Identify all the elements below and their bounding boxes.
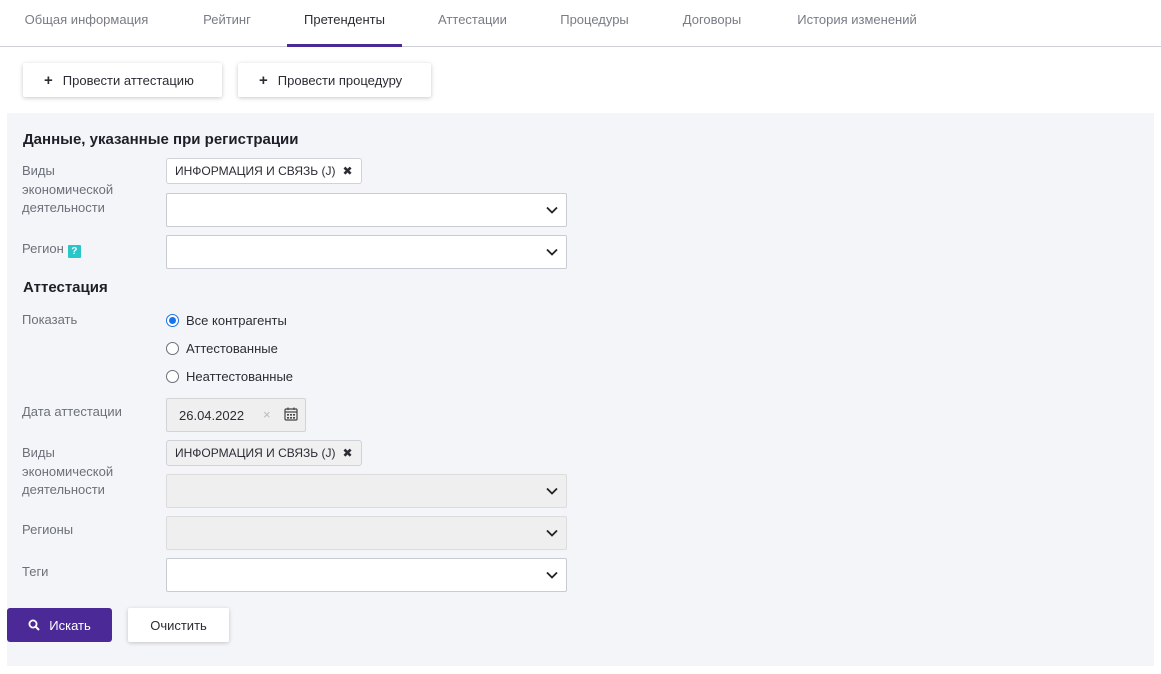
tab-rating[interactable]: Рейтинг bbox=[201, 0, 253, 46]
attestation-section-title: Аттестация bbox=[23, 279, 108, 296]
chevron-down-icon bbox=[546, 206, 558, 214]
chip-label: ИНФОРМАЦИЯ И СВЯЗЬ (J) bbox=[175, 446, 336, 460]
clear-button[interactable]: Очистить bbox=[128, 608, 229, 642]
tab-contracts[interactable]: Договоры bbox=[680, 0, 744, 46]
attestation-activity-chip: ИНФОРМАЦИЯ И СВЯЗЬ (J) ✖ bbox=[166, 440, 362, 466]
chevron-down-icon bbox=[546, 248, 558, 256]
tab-procedures[interactable]: Процедуры bbox=[558, 0, 631, 46]
chevron-down-icon bbox=[546, 571, 558, 579]
radio-button[interactable] bbox=[166, 370, 179, 383]
radio-all-contractors[interactable]: Все контрагенты bbox=[166, 313, 287, 328]
tags-select[interactable] bbox=[166, 558, 567, 592]
tab-general-info[interactable]: Общая информация bbox=[22, 0, 151, 46]
conduct-attestation-button[interactable]: + Провести аттестацию bbox=[23, 63, 222, 97]
search-button[interactable]: Искать bbox=[7, 608, 112, 642]
search-icon bbox=[28, 619, 40, 631]
attestation-activity-label: Виды экономической деятельности bbox=[22, 445, 114, 497]
radio-label: Все контрагенты bbox=[186, 313, 287, 328]
chevron-down-icon bbox=[546, 529, 558, 537]
date-value: 26.04.2022 bbox=[179, 408, 245, 423]
filter-panel: Данные, указанные при регистрации Виды э… bbox=[7, 113, 1154, 666]
help-icon[interactable]: ? bbox=[67, 245, 81, 258]
registration-activity-select[interactable] bbox=[166, 193, 567, 227]
registration-activity-label: Виды экономической деятельности bbox=[22, 163, 114, 215]
conduct-attestation-label: Провести аттестацию bbox=[62, 72, 194, 88]
close-icon[interactable]: ✖ bbox=[342, 164, 352, 178]
region-label-row: Регион? bbox=[22, 240, 81, 259]
radio-attested[interactable]: Аттестованные bbox=[166, 341, 278, 356]
calendar-icon[interactable] bbox=[284, 407, 298, 421]
region-label: Регион bbox=[22, 241, 64, 256]
attestation-date-field[interactable]: 26.04.2022 × bbox=[166, 398, 306, 432]
radio-label: Неаттестованные bbox=[186, 369, 294, 384]
radio-not-attested[interactable]: Неаттестованные bbox=[166, 369, 293, 384]
clear-date-icon[interactable]: × bbox=[263, 407, 271, 422]
conduct-procedure-label: Провести процедуру bbox=[277, 72, 403, 88]
attestation-activity-select[interactable] bbox=[166, 474, 567, 508]
radio-button[interactable] bbox=[166, 342, 179, 355]
registration-section-title: Данные, указанные при регистрации bbox=[23, 131, 299, 148]
conduct-procedure-button[interactable]: + Провести процедуру bbox=[238, 63, 431, 97]
tab-attestations[interactable]: Аттестации bbox=[436, 0, 509, 46]
clear-button-label: Очистить bbox=[150, 617, 207, 633]
tags-label: Теги bbox=[22, 564, 49, 579]
radio-button[interactable] bbox=[166, 314, 179, 327]
tab-bar: Общая информация Рейтинг Претенденты Атт… bbox=[0, 0, 1161, 47]
chevron-down-icon bbox=[546, 487, 558, 495]
regions-select[interactable] bbox=[166, 516, 567, 550]
tab-change-history[interactable]: История изменений bbox=[793, 0, 921, 46]
search-button-label: Искать bbox=[49, 617, 91, 633]
close-icon[interactable]: ✖ bbox=[342, 446, 352, 460]
plus-icon: + bbox=[259, 71, 268, 89]
attestation-date-label: Дата аттестации bbox=[22, 404, 122, 419]
show-label: Показать bbox=[22, 312, 78, 327]
plus-icon: + bbox=[44, 71, 53, 89]
radio-label: Аттестованные bbox=[186, 341, 278, 356]
regions-label: Регионы bbox=[22, 522, 74, 537]
chip-label: ИНФОРМАЦИЯ И СВЯЗЬ (J) bbox=[175, 164, 336, 178]
registration-activity-chip: ИНФОРМАЦИЯ И СВЯЗЬ (J) ✖ bbox=[166, 158, 362, 184]
region-select[interactable] bbox=[166, 235, 567, 269]
tab-applicants[interactable]: Претенденты bbox=[287, 0, 402, 47]
